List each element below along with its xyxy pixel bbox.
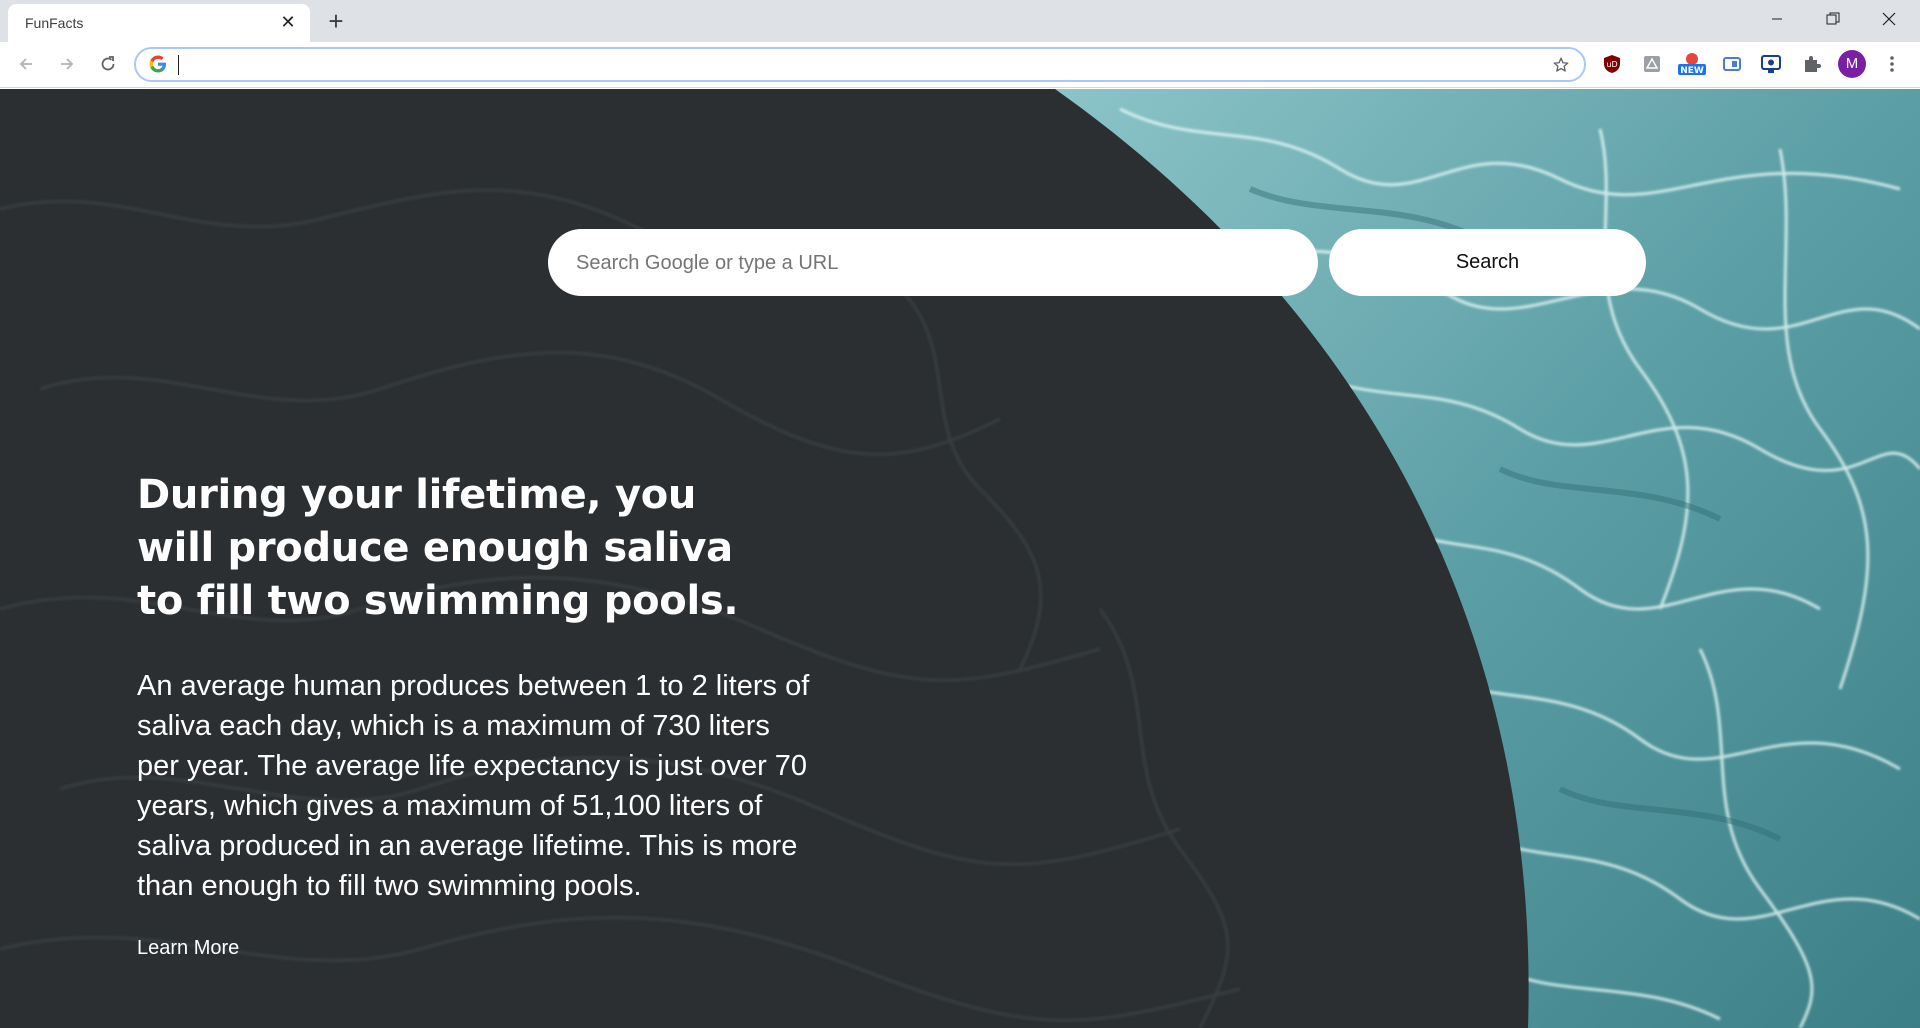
screen-recorder-icon[interactable] [1759, 52, 1783, 76]
back-icon[interactable] [12, 50, 40, 78]
avatar-initial: M [1845, 55, 1859, 72]
tab-strip: FunFacts ✕ + [0, 0, 1920, 42]
fact-title: During your lifetime, you will produce e… [137, 472, 739, 624]
restore-icon[interactable] [1805, 0, 1861, 38]
search-input[interactable] [574, 249, 1274, 277]
text-caret [178, 55, 179, 75]
address-bar[interactable] [134, 47, 1586, 82]
reload-icon[interactable] [94, 50, 122, 78]
window-close-icon[interactable] [1861, 0, 1917, 38]
svg-text:NEW: NEW [1680, 66, 1704, 76]
puzzle-icon[interactable] [1800, 52, 1824, 76]
tab-funfacts[interactable]: FunFacts ✕ [8, 4, 310, 42]
kebab-menu-icon[interactable] [1880, 52, 1904, 76]
learn-more-link[interactable]: Learn More [137, 937, 239, 960]
browser-toolbar: uD NEW M [0, 42, 1920, 88]
google-g-icon [149, 55, 166, 73]
bookmark-star-icon[interactable] [1550, 54, 1572, 76]
fact-body: An average human produces between 1 to 2… [137, 670, 810, 902]
search-button[interactable]: Search [1329, 229, 1646, 296]
avatar[interactable]: M [1838, 50, 1866, 78]
forward-icon[interactable] [53, 50, 81, 78]
omnibox-input[interactable] [176, 53, 1516, 77]
tab-title: FunFacts [25, 15, 84, 31]
pdf-icon[interactable] [1640, 52, 1664, 76]
new-badge-extension-icon[interactable]: NEW [1676, 52, 1708, 76]
plus-icon[interactable]: + [322, 8, 350, 36]
new-tab-page: Search During your lifetime, you will pr… [0, 89, 1920, 1028]
close-icon[interactable]: ✕ [278, 12, 298, 32]
ublock-icon[interactable]: uD [1600, 52, 1624, 76]
svg-text:uD: uD [1606, 60, 1617, 69]
search-box[interactable] [548, 229, 1318, 296]
minimize-icon[interactable] [1749, 0, 1805, 38]
translate-icon[interactable] [1720, 52, 1744, 76]
